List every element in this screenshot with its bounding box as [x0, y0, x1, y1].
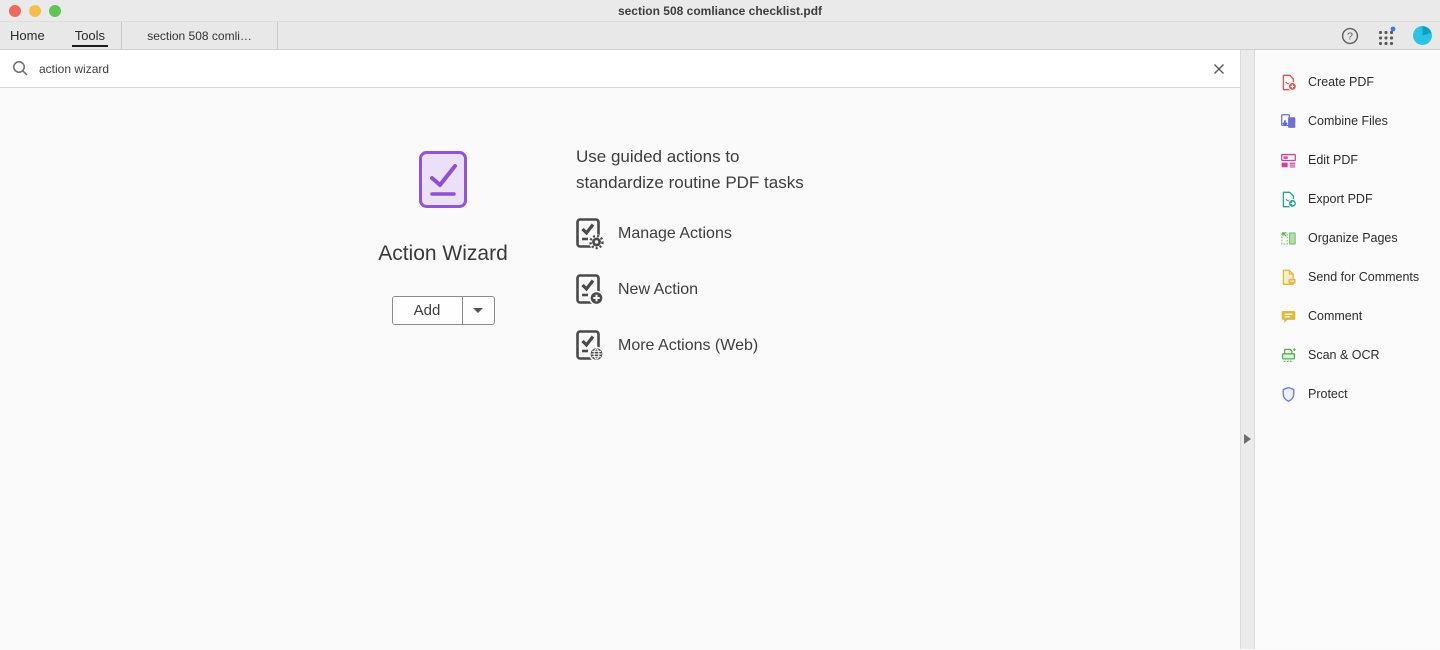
description-line-2: standardize routine PDF tasks: [576, 170, 804, 196]
window-title: section 508 comliance checklist.pdf: [0, 4, 1440, 18]
sidebar-item-label: Comment: [1308, 309, 1362, 323]
new-action-icon: [576, 274, 604, 306]
sidebar-item-label: Create PDF: [1308, 75, 1374, 89]
guided-actions-section: Use guided actions to standardize routin…: [576, 144, 804, 362]
action-links: Manage Actions New Action: [576, 218, 804, 362]
tab-document-label: section 508 comli…: [147, 29, 252, 43]
window-titlebar: section 508 comliance checklist.pdf: [0, 0, 1440, 22]
tools-sidebar: Create PDF Combine Files: [1255, 50, 1440, 649]
close-search-icon[interactable]: [1210, 60, 1228, 78]
sidebar-item-label: Protect: [1308, 387, 1348, 401]
action-label: New Action: [618, 281, 698, 299]
tool-title: Action Wizard: [378, 242, 508, 266]
sidebar-item-label: Send for Comments: [1308, 270, 1419, 284]
sidebar-item-send-for-comments[interactable]: Send for Comments: [1255, 263, 1440, 291]
new-action-link[interactable]: New Action: [576, 274, 804, 306]
sidebar-item-label: Combine Files: [1308, 114, 1388, 128]
edit-pdf-icon: [1280, 152, 1297, 169]
tab-home[interactable]: Home: [0, 22, 59, 49]
more-actions-web-link[interactable]: More Actions (Web): [576, 330, 804, 362]
main-panel: Action Wizard Add Use guided actions to …: [0, 50, 1240, 649]
sidebar-item-label: Scan & OCR: [1308, 348, 1380, 362]
sidebar-item-protect[interactable]: Protect: [1255, 380, 1440, 408]
sidebar-item-scan-ocr[interactable]: Scan & OCR: [1255, 341, 1440, 369]
tab-separator: [277, 22, 278, 49]
close-window-button[interactable]: [9, 5, 21, 17]
tab-bar: Home Tools section 508 comli… ?: [0, 22, 1440, 50]
sidebar-item-edit-pdf[interactable]: Edit PDF: [1255, 146, 1440, 174]
comment-icon: [1280, 308, 1297, 325]
panel-divider: [1240, 50, 1255, 649]
description-line-1: Use guided actions to: [576, 144, 804, 170]
action-wizard-icon: [419, 151, 467, 208]
expand-panel-arrow-icon[interactable]: [1244, 434, 1251, 444]
manage-actions-link[interactable]: Manage Actions: [576, 218, 804, 250]
help-icon[interactable]: ?: [1341, 27, 1359, 45]
tab-tools[interactable]: Tools: [59, 22, 121, 49]
tab-tools-label: Tools: [75, 28, 105, 43]
add-split-button: Add: [392, 296, 495, 325]
search-input[interactable]: [39, 62, 1210, 76]
tabbar-right-controls: ?: [1341, 22, 1432, 49]
create-pdf-icon: [1280, 74, 1297, 91]
tab-document[interactable]: section 508 comli…: [122, 22, 277, 49]
tab-home-label: Home: [10, 28, 45, 43]
action-label: More Actions (Web): [618, 337, 758, 355]
chevron-down-icon: [473, 308, 483, 313]
export-pdf-icon: [1280, 191, 1297, 208]
combine-files-icon: [1280, 113, 1297, 130]
apps-grid-icon[interactable]: [1376, 26, 1396, 46]
sidebar-item-comment[interactable]: Comment: [1255, 302, 1440, 330]
zoom-window-button[interactable]: [49, 5, 61, 17]
svg-text:?: ?: [1347, 30, 1353, 42]
sidebar-item-label: Edit PDF: [1308, 153, 1358, 167]
manage-actions-icon: [576, 218, 604, 250]
tools-search-results: Action Wizard Add Use guided actions to …: [0, 88, 1240, 649]
body-row: Action Wizard Add Use guided actions to …: [0, 50, 1440, 649]
tools-search-bar: [0, 50, 1240, 88]
add-button[interactable]: Add: [393, 297, 463, 324]
scan-ocr-icon: [1280, 347, 1297, 364]
search-icon: [12, 60, 29, 77]
action-wizard-card: Action Wizard Add: [340, 151, 546, 325]
avatar[interactable]: [1413, 26, 1432, 45]
protect-icon: [1280, 386, 1297, 403]
send-for-comments-icon: [1280, 269, 1297, 286]
more-actions-web-icon: [576, 330, 604, 362]
sidebar-item-create-pdf[interactable]: Create PDF: [1255, 68, 1440, 96]
guided-actions-description: Use guided actions to standardize routin…: [576, 144, 804, 196]
sidebar-item-label: Export PDF: [1308, 192, 1373, 206]
minimize-window-button[interactable]: [29, 5, 41, 17]
sidebar-item-label: Organize Pages: [1308, 231, 1398, 245]
sidebar-item-export-pdf[interactable]: Export PDF: [1255, 185, 1440, 213]
sidebar-item-combine-files[interactable]: Combine Files: [1255, 107, 1440, 135]
sidebar-item-organize-pages[interactable]: Organize Pages: [1255, 224, 1440, 252]
traffic-lights: [0, 5, 61, 17]
organize-pages-icon: [1280, 230, 1297, 247]
add-dropdown-button[interactable]: [463, 297, 494, 324]
action-label: Manage Actions: [618, 225, 732, 243]
